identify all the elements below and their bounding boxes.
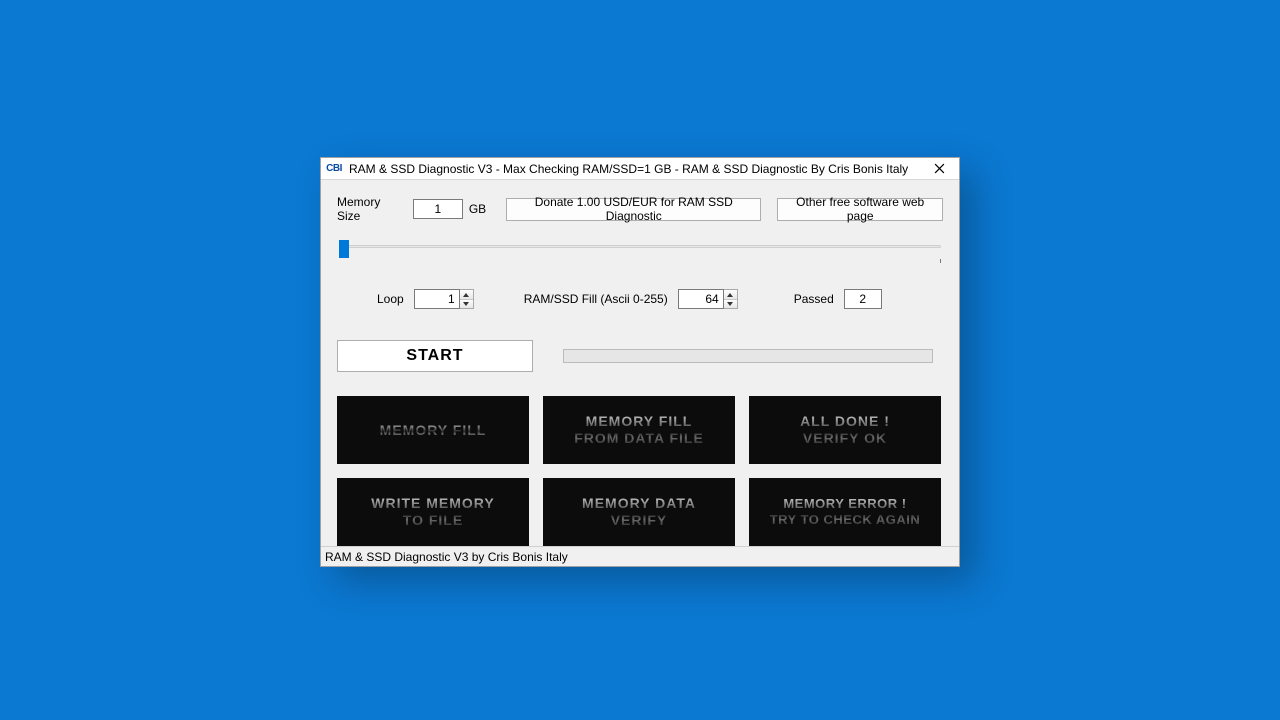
fill-spinner[interactable] <box>724 289 738 309</box>
chevron-up-icon <box>727 293 733 297</box>
loop-input[interactable] <box>414 289 460 309</box>
slider-tick <box>940 259 941 263</box>
chevron-up-icon <box>463 293 469 297</box>
loop-spin-down[interactable] <box>460 300 473 309</box>
app-window: CBI RAM & SSD Diagnostic V3 - Max Checki… <box>320 157 960 567</box>
progress-area <box>563 349 933 363</box>
slider-track-line <box>347 245 941 248</box>
other-software-button[interactable]: Other free software web page <box>777 198 943 221</box>
app-icon: CBI <box>325 161 343 177</box>
panel-memory-fill: MEMORY FILL <box>337 396 529 464</box>
fill-spin-up[interactable] <box>724 290 737 300</box>
panel-write-memory-to-file: WRITE MEMORY TO FILE <box>337 478 529 546</box>
panel-memory-error: MEMORY ERROR ! TRY TO CHECK AGAIN <box>749 478 941 546</box>
fill-input[interactable] <box>678 289 724 309</box>
top-row: Memory Size GB Donate 1.00 USD/EUR for R… <box>337 196 943 222</box>
titlebar[interactable]: CBI RAM & SSD Diagnostic V3 - Max Checki… <box>321 158 959 180</box>
client-area: Memory Size GB Donate 1.00 USD/EUR for R… <box>321 180 959 546</box>
memory-size-input[interactable] <box>413 199 463 219</box>
chevron-down-icon <box>463 302 469 306</box>
window-title: RAM & SSD Diagnostic V3 - Max Checking R… <box>349 162 919 176</box>
loop-spinner[interactable] <box>460 289 474 309</box>
panel-memory-fill-from-file: MEMORY FILL FROM DATA FILE <box>543 396 735 464</box>
close-button[interactable] <box>919 158 959 179</box>
passed-label: Passed <box>794 292 834 306</box>
slider-thumb[interactable] <box>339 240 349 258</box>
chevron-down-icon <box>727 302 733 306</box>
panel-all-done: ALL DONE ! VERIFY OK <box>749 396 941 464</box>
start-button[interactable]: START <box>337 340 533 372</box>
fill-spin-down[interactable] <box>724 300 737 309</box>
params-row: Loop RAM/SSD Fill (Ascii 0-255) <box>337 288 943 310</box>
donate-button[interactable]: Donate 1.00 USD/EUR for RAM SSD Diagnost… <box>506 198 761 221</box>
statusbar: RAM & SSD Diagnostic V3 by Cris Bonis It… <box>321 546 959 566</box>
status-text: RAM & SSD Diagnostic V3 by Cris Bonis It… <box>325 550 568 564</box>
memory-size-slider[interactable] <box>339 240 941 262</box>
fill-label: RAM/SSD Fill (Ascii 0-255) <box>524 292 668 306</box>
close-icon <box>934 163 945 174</box>
progress-bar <box>563 349 933 363</box>
panel-memory-data-verify: MEMORY DATA VERIFY <box>543 478 735 546</box>
loop-label: Loop <box>377 292 404 306</box>
start-row: START <box>337 340 943 372</box>
memory-size-label: Memory Size <box>337 195 407 223</box>
status-panels: MEMORY FILL MEMORY FILL FROM DATA FILE A… <box>337 396 941 546</box>
passed-field <box>844 289 882 309</box>
loop-spin-up[interactable] <box>460 290 473 300</box>
memory-size-unit: GB <box>469 202 486 216</box>
